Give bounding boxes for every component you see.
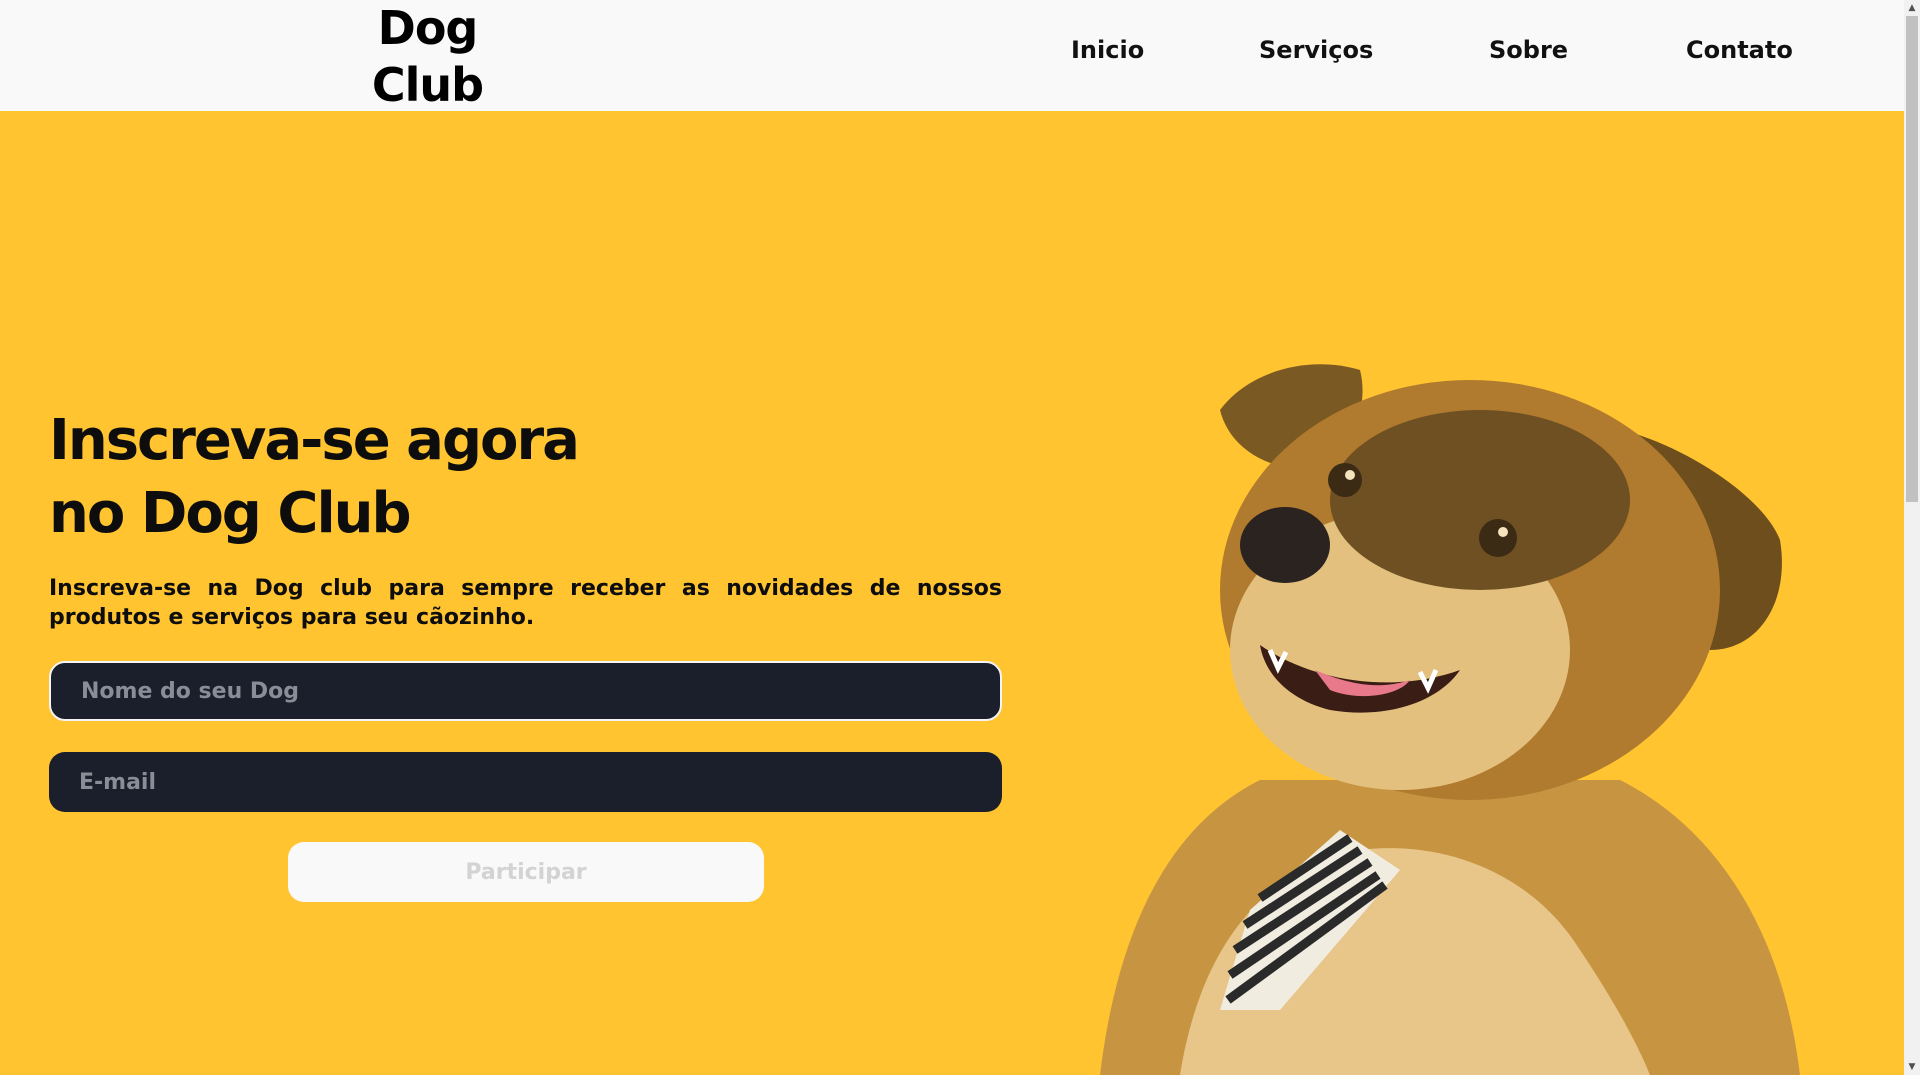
hero-title: Inscreva-se agora no Dog Club: [49, 404, 669, 550]
hero-title-line-2: no Dog Club: [49, 481, 412, 546]
dog-forehead: [1330, 410, 1630, 590]
nav-link-contato[interactable]: Contato: [1686, 36, 1793, 64]
nav-link-sobre[interactable]: Sobre: [1489, 36, 1568, 64]
scroll-up-icon[interactable]: ▲: [1904, 0, 1920, 16]
hero-title-line-1: Inscreva-se agora: [49, 408, 580, 473]
dog-left-eye: [1328, 463, 1362, 497]
hero-description: Inscreva-se na Dog club para sempre rece…: [49, 576, 1002, 630]
dog-with-tie-image: [1100, 364, 1800, 1075]
scroll-down-icon[interactable]: ▼: [1904, 1059, 1920, 1075]
nav-link-inicio[interactable]: Inicio: [1071, 36, 1144, 64]
page: Dog Club Inicio Serviços Sobre Contato I…: [0, 0, 1904, 1075]
dog-name-input[interactable]: [49, 661, 1002, 721]
nav-link-servicos[interactable]: Serviços: [1259, 36, 1373, 64]
scrollbar-thumb[interactable]: [1906, 16, 1918, 502]
dog-right-eye: [1479, 519, 1517, 557]
dog-nose: [1240, 507, 1330, 583]
page-scrollbar[interactable]: ▲ ▼: [1904, 0, 1920, 1075]
site-header: Dog Club Inicio Serviços Sobre Contato: [0, 0, 1904, 112]
main-nav: Inicio Serviços Sobre Contato: [0, 36, 1904, 72]
email-input[interactable]: [49, 752, 1002, 812]
participar-button[interactable]: Participar: [288, 842, 764, 902]
